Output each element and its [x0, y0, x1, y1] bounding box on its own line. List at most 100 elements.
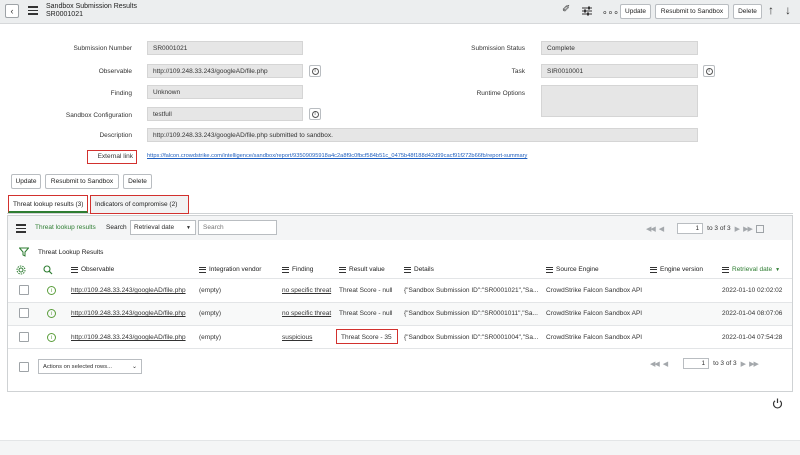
- search-icon[interactable]: [43, 265, 53, 277]
- collapse-icon[interactable]: [755, 224, 764, 233]
- sort-desc-icon: ▼: [775, 266, 781, 273]
- sandbox-config-field[interactable]: testfull: [147, 107, 303, 121]
- row-observable-link[interactable]: http://109.248.33.243/googleAD/file.php: [71, 310, 186, 317]
- row-checkbox[interactable]: [19, 285, 29, 295]
- column-menu-icon: [339, 266, 346, 273]
- row-engine: CrowdStrike Falcon Sandbox API: [546, 334, 643, 341]
- prev-page-icon[interactable]: ◀: [659, 225, 664, 233]
- chevron-down-icon: ▼: [186, 224, 191, 231]
- first-page-icon[interactable]: ◀◀: [646, 225, 656, 233]
- select-all-checkbox[interactable]: [19, 362, 29, 372]
- row-finding-link[interactable]: suspicious: [282, 334, 312, 341]
- row-vendor: (empty): [199, 287, 222, 294]
- power-icon[interactable]: [772, 398, 783, 411]
- gear-icon[interactable]: [16, 265, 26, 277]
- tab-threat-lookup[interactable]: Threat lookup results (3): [8, 195, 88, 213]
- filter-icon[interactable]: [18, 247, 30, 259]
- last-page-icon[interactable]: ▶▶: [749, 360, 759, 368]
- row-divider: [8, 348, 792, 349]
- header-resubmit-button[interactable]: Resubmit to Sandbox: [655, 4, 729, 19]
- tab-label: Threat lookup results (3): [13, 201, 84, 208]
- task-info-button[interactable]: i: [703, 65, 715, 77]
- list-menu-icon[interactable]: [16, 224, 26, 233]
- row-info-icon[interactable]: i: [47, 309, 56, 318]
- info-icon: i: [311, 110, 319, 118]
- observable-label: Observable: [98, 68, 132, 75]
- external-link[interactable]: https://falcon.crowdstrike.com/intellige…: [147, 153, 607, 159]
- submission-status-field[interactable]: Complete: [541, 41, 698, 55]
- info-icon: i: [705, 67, 713, 75]
- page-input[interactable]: 1: [683, 358, 710, 369]
- submission-number-field[interactable]: SR0001021: [147, 41, 303, 55]
- column-engine-version[interactable]: Engine version: [650, 266, 703, 273]
- row-engine: CrowdStrike Falcon Sandbox API: [546, 310, 643, 317]
- actions-select[interactable]: Actions on selected rows... ⌄: [38, 359, 142, 374]
- next-page-icon[interactable]: ▶: [741, 360, 746, 368]
- column-menu-icon: [71, 266, 78, 273]
- ellipsis-icon[interactable]: ∘∘∘: [602, 7, 619, 18]
- search-field-select[interactable]: Retrieval date ▼: [130, 220, 196, 235]
- column-result[interactable]: Result value: [339, 266, 385, 273]
- bottom-pager: ◀◀ ◀ 1 to 3 of 3 ▶ ▶▶: [650, 358, 759, 369]
- prev-page-icon[interactable]: ◀: [663, 360, 668, 368]
- tab-indicators[interactable]: Indicators of compromise (2): [90, 195, 189, 214]
- back-button[interactable]: ‹: [5, 4, 19, 18]
- delete-button[interactable]: Delete: [123, 174, 152, 189]
- finding-field[interactable]: Unknown: [147, 85, 303, 99]
- column-menu-icon: [199, 266, 206, 273]
- first-page-icon[interactable]: ◀◀: [650, 360, 660, 368]
- row-vendor: (empty): [199, 334, 222, 341]
- row-finding-link[interactable]: no specific threat: [282, 287, 331, 294]
- finding-label: Finding: [110, 90, 132, 97]
- page-title: Sandbox Submission Results: [46, 3, 138, 10]
- row-info-icon[interactable]: i: [47, 286, 56, 295]
- next-page-icon[interactable]: ▶: [735, 225, 740, 233]
- column-source-engine[interactable]: Source Engine: [546, 266, 599, 273]
- row-checkbox[interactable]: [19, 308, 29, 318]
- search-field-value: Retrieval date: [134, 224, 175, 231]
- sandbox-config-info-button[interactable]: i: [309, 108, 321, 120]
- hamburger-icon[interactable]: [28, 6, 38, 15]
- actions-select-value: Actions on selected rows...: [43, 363, 112, 370]
- column-finding[interactable]: Finding: [282, 266, 313, 273]
- column-details[interactable]: Details: [404, 266, 434, 273]
- column-label: Result value: [349, 266, 385, 273]
- runtime-options-label: Runtime Options: [476, 90, 525, 97]
- header-delete-button[interactable]: Delete: [733, 4, 762, 19]
- header-update-button[interactable]: Update: [620, 4, 651, 19]
- column-retrieval-date[interactable]: Retrieval date ▼: [722, 266, 780, 273]
- info-icon: i: [311, 67, 319, 75]
- search-input[interactable]: [198, 220, 277, 235]
- observable-info-button[interactable]: i: [309, 65, 321, 77]
- column-observable[interactable]: Observable: [71, 266, 114, 273]
- list-title: Threat lookup results: [35, 224, 96, 231]
- row-info-icon[interactable]: i: [47, 333, 56, 342]
- arrow-down-icon[interactable]: ↓: [785, 3, 791, 17]
- column-menu-icon: [650, 266, 657, 273]
- update-button[interactable]: Update: [11, 174, 41, 189]
- page-footer: [0, 440, 800, 455]
- runtime-options-field[interactable]: [541, 85, 698, 117]
- description-label: Description: [99, 132, 132, 139]
- description-field[interactable]: http://109.248.33.243/googleAD/file.php …: [147, 128, 698, 142]
- task-field[interactable]: SIR0010001: [541, 64, 698, 78]
- column-label: Source Engine: [556, 266, 599, 273]
- column-label: Finding: [292, 266, 314, 273]
- row-observable-link[interactable]: http://109.248.33.243/googleAD/file.php: [71, 287, 186, 294]
- row-details: {"Sandbox Submission ID":"SR0001021","Sa…: [404, 287, 539, 294]
- page-input[interactable]: 1: [677, 223, 704, 234]
- row-finding-link[interactable]: no specific threat: [282, 310, 331, 317]
- paperclip-icon[interactable]: ✐: [562, 4, 570, 15]
- column-vendor[interactable]: Integration vendor: [199, 266, 261, 273]
- sliders-icon[interactable]: [582, 6, 592, 16]
- column-label: Details: [414, 266, 434, 273]
- row-observable-link[interactable]: http://109.248.33.243/googleAD/file.php: [71, 334, 186, 341]
- row-checkbox[interactable]: [19, 332, 29, 342]
- arrow-up-icon[interactable]: ↑: [768, 3, 774, 17]
- column-label: Integration vendor: [209, 266, 262, 273]
- last-page-icon[interactable]: ▶▶: [743, 225, 753, 233]
- observable-field[interactable]: http://109.248.33.243/googleAD/file.php: [147, 64, 303, 78]
- tab-label: Indicators of compromise (2): [95, 201, 178, 208]
- resubmit-button[interactable]: Resubmit to Sandbox: [45, 174, 119, 189]
- submission-number-label: Submission Number: [73, 45, 132, 52]
